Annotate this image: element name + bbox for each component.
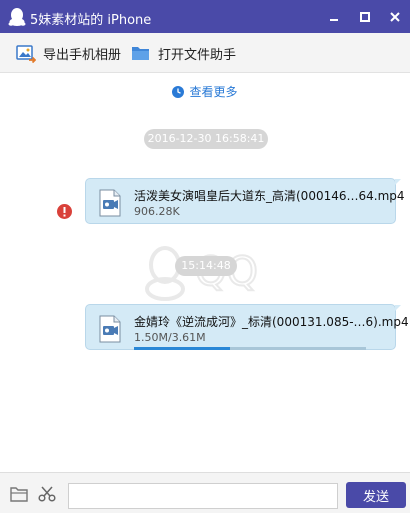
upload-progress-fill <box>134 347 231 350</box>
timestamp: 2016-12-30 16:58:41 <box>144 129 268 149</box>
upload-progress-bar <box>134 347 366 350</box>
video-file-icon <box>99 189 121 217</box>
file-size: 1.50M/3.61M <box>134 331 206 344</box>
file-name: 活泼美女演唱皇后大道东_高清(000146…64.mp4 <box>134 189 405 203</box>
timestamp: 15:14:48 <box>175 256 237 276</box>
minimize-icon <box>330 19 338 21</box>
maximize-icon <box>360 12 370 22</box>
see-more-link[interactable]: 查看更多 <box>0 83 410 100</box>
qq-penguin-icon <box>8 8 26 26</box>
video-file-icon <box>99 315 121 343</box>
folder-icon <box>132 47 149 60</box>
chat-area: 查看更多 2016-12-30 16:58:41 活泼美女演唱皇后大道东_高清(… <box>0 74 410 472</box>
minimize-button[interactable] <box>323 6 345 28</box>
file-message-bubble[interactable]: 活泼美女演唱皇后大道东_高清(000146…64.mp4 906.28K <box>85 178 405 224</box>
error-icon[interactable] <box>57 204 72 219</box>
scissors-icon[interactable] <box>38 486 56 502</box>
export-photo-icon <box>16 45 36 63</box>
composer-bar: 发送 <box>0 472 410 513</box>
toolbar: 导出手机相册 打开文件助手 <box>0 33 410 73</box>
file-message-bubble[interactable]: 金婧玲《逆流成河》_标清(000131.085-…6).mp4 1.50M/3.… <box>85 304 409 350</box>
message-input[interactable] <box>68 483 338 509</box>
close-button[interactable] <box>384 6 406 28</box>
export-photos-label: 导出手机相册 <box>43 47 122 63</box>
title-bar: 5妹素材站的 iPhone <box>0 0 410 33</box>
export-photos-button[interactable]: 导出手机相册 <box>16 42 121 64</box>
see-more-label: 查看更多 <box>189 85 238 99</box>
window-title: 5妹素材站的 iPhone <box>30 13 152 28</box>
file-size: 906.28K <box>134 205 180 218</box>
open-file-assistant-button[interactable]: 打开文件助手 <box>131 42 236 64</box>
file-name: 金婧玲《逆流成河》_标清(000131.085-…6).mp4 <box>134 315 409 329</box>
close-icon <box>390 12 400 22</box>
folder-icon[interactable] <box>10 486 28 502</box>
maximize-button[interactable] <box>354 6 376 28</box>
open-file-assistant-label: 打开文件助手 <box>158 47 237 63</box>
send-button[interactable]: 发送 <box>346 482 406 508</box>
clock-icon <box>172 85 185 98</box>
